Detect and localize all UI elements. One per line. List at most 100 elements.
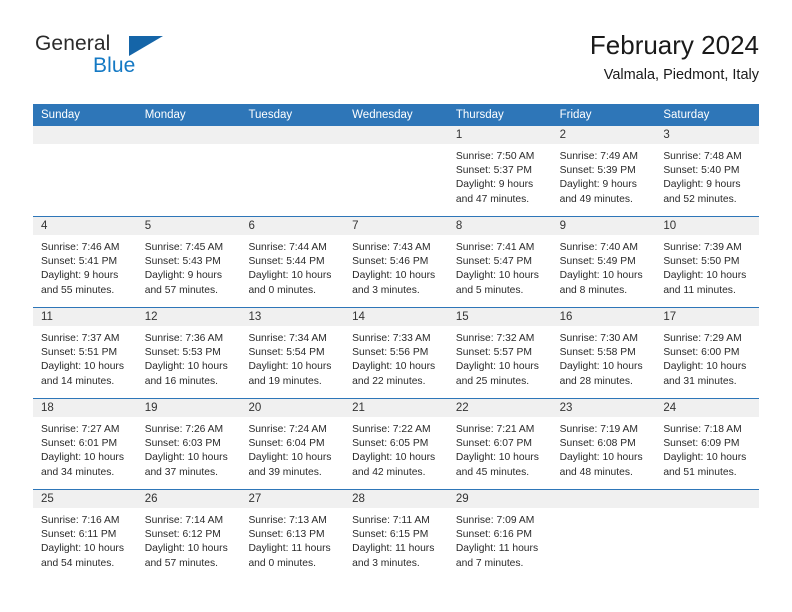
day-cell[interactable]: 13 Sunrise: 7:34 AM Sunset: 5:54 PM Dayligh…	[240, 308, 345, 398]
daylight-text-line1: Daylight: 10 hours	[455, 270, 539, 282]
day-number: 7	[352, 220, 359, 232]
day-cell[interactable]: 23 Sunrise: 7:19 AM Sunset: 6:08 PM Dayligh…	[551, 399, 656, 489]
day-sun-info: Sunrise: 7:33 AM Sunset: 5:56 PM Daylight:…	[344, 327, 448, 389]
sunset-text: Sunset: 6:16 PM	[455, 529, 533, 541]
day-cell[interactable]: 3 Sunrise: 7:48 AM Sunset: 5:40 PM Daylight…	[655, 126, 760, 216]
day-cell[interactable]: 15 Sunrise: 7:32 AM Sunset: 5:57 PM Dayligh…	[447, 308, 552, 398]
sunrise-text: Sunrise: 7:37 AM	[41, 333, 120, 344]
day-cell[interactable]: 8 Sunrise: 7:41 AM Sunset: 5:47 PM Daylight…	[447, 217, 552, 307]
day-sun-info: Sunrise: 7:14 AM Sunset: 6:12 PM Daylight:…	[137, 509, 241, 571]
day-number: 15	[455, 311, 469, 323]
day-number: 13	[248, 311, 262, 323]
day-number: 12	[144, 311, 158, 323]
day-cell[interactable]: 27 Sunrise: 7:13 AM Sunset: 6:13 PM Dayligh…	[240, 490, 345, 580]
day-number-band: 13	[240, 308, 345, 327]
sunrise-text: Sunrise: 7:19 AM	[559, 424, 639, 435]
day-cell[interactable]: 25 Sunrise: 7:16 AM Sunset: 6:11 PM Dayligh…	[33, 490, 137, 580]
day-number: 24	[663, 402, 677, 414]
day-cell[interactable]: 12 Sunrise: 7:36 AM Sunset: 5:53 PM Dayligh…	[136, 308, 241, 398]
day-cell[interactable]: 11 Sunrise: 7:37 AM Sunset: 5:51 PM Dayligh…	[33, 308, 137, 398]
daylight-text-line2: and 47 minutes.	[455, 193, 530, 205]
day-cell-empty	[655, 490, 760, 580]
day-sun-info: Sunrise: 7:18 AM Sunset: 6:09 PM Daylight:…	[655, 418, 759, 480]
day-cell[interactable]: 18 Sunrise: 7:27 AM Sunset: 6:01 PM Dayligh…	[33, 399, 137, 489]
day-cell[interactable]: 28 Sunrise: 7:11 AM Sunset: 6:15 PM Dayligh…	[344, 490, 448, 580]
weekday-header-saturday: Saturday	[663, 109, 710, 121]
day-cell[interactable]: 22 Sunrise: 7:21 AM Sunset: 6:07 PM Dayligh…	[447, 399, 552, 489]
daylight-text-line1: Daylight: 10 hours	[248, 452, 332, 464]
day-sun-info: Sunrise: 7:26 AM Sunset: 6:03 PM Daylight:…	[137, 418, 241, 480]
sunrise-text: Sunrise: 7:33 AM	[352, 333, 431, 344]
day-number-band: 24	[655, 399, 760, 418]
day-number-band: 17	[655, 308, 760, 327]
daylight-text-line2: and 22 minutes.	[352, 375, 426, 387]
sunrise-text: Sunrise: 7:27 AM	[41, 424, 120, 435]
sunset-text: Sunset: 6:03 PM	[144, 438, 221, 450]
day-number-band: 20	[240, 399, 345, 418]
daylight-text-line2: and 3 minutes.	[352, 557, 420, 569]
general-blue-logo[interactable]: General Blue	[33, 32, 213, 88]
daylight-text-line2: and 5 minutes.	[455, 284, 524, 296]
day-number: 5	[144, 220, 152, 232]
day-sun-info: Sunrise: 7:29 AM Sunset: 6:00 PM Daylight:…	[655, 327, 759, 389]
daylight-text-line2: and 7 minutes.	[455, 557, 524, 569]
sunset-text: Sunset: 5:49 PM	[559, 256, 636, 268]
day-cell[interactable]: 16 Sunrise: 7:30 AM Sunset: 5:58 PM Dayligh…	[551, 308, 656, 398]
day-number-band: 2	[551, 126, 656, 145]
day-number: 4	[41, 220, 48, 232]
day-cell[interactable]: 17 Sunrise: 7:29 AM Sunset: 6:00 PM Dayligh…	[655, 308, 760, 398]
day-cell[interactable]: 24 Sunrise: 7:18 AM Sunset: 6:09 PM Dayligh…	[655, 399, 760, 489]
day-cell[interactable]: 26 Sunrise: 7:14 AM Sunset: 6:12 PM Dayligh…	[136, 490, 241, 580]
page-title: February 2024	[589, 30, 759, 60]
day-cell[interactable]: 29 Sunrise: 7:09 AM Sunset: 6:16 PM Dayligh…	[447, 490, 552, 580]
day-cell[interactable]: 19 Sunrise: 7:26 AM Sunset: 6:03 PM Dayligh…	[136, 399, 241, 489]
day-number: 18	[41, 402, 54, 414]
day-number: 6	[248, 220, 255, 232]
day-number: 10	[663, 220, 677, 232]
week-row: 25 Sunrise: 7:16 AM Sunset: 6:11 PM Dayligh…	[33, 489, 760, 580]
day-cell[interactable]: 10 Sunrise: 7:39 AM Sunset: 5:50 PM Dayligh…	[655, 217, 760, 307]
day-number: 27	[248, 493, 262, 505]
logo-triangle-icon	[129, 36, 163, 56]
title-block: February 2024 Valmala, Piedmont, Italy	[590, 28, 759, 86]
day-cell[interactable]: 21 Sunrise: 7:22 AM Sunset: 6:05 PM Dayligh…	[344, 399, 448, 489]
day-cell[interactable]: 5 Sunrise: 7:45 AM Sunset: 5:43 PM Daylight…	[136, 217, 241, 307]
weeks-container: 1 Sunrise: 7:50 AM Sunset: 5:37 PM Daylight…	[33, 126, 760, 580]
day-cell-empty	[136, 126, 241, 216]
sunrise-text: Sunrise: 7:30 AM	[559, 333, 639, 344]
day-cell[interactable]: 14 Sunrise: 7:33 AM Sunset: 5:56 PM Dayligh…	[344, 308, 448, 398]
daylight-text-line2: and 8 minutes.	[559, 284, 628, 296]
day-number: 8	[455, 220, 463, 232]
weekday-header-monday: Monday	[144, 109, 186, 121]
day-sun-info: Sunrise: 7:41 AM Sunset: 5:47 PM Daylight:…	[448, 236, 552, 298]
day-number-band: 9	[551, 217, 656, 236]
sunset-text: Sunset: 6:12 PM	[144, 529, 221, 541]
weekday-header-wednesday: Wednesday	[352, 109, 413, 121]
day-cell[interactable]: 20 Sunrise: 7:24 AM Sunset: 6:04 PM Dayligh…	[240, 399, 345, 489]
day-sun-info: Sunrise: 7:32 AM Sunset: 5:57 PM Daylight:…	[448, 327, 552, 389]
day-number-band	[655, 490, 760, 509]
sunrise-text: Sunrise: 7:14 AM	[144, 515, 224, 526]
daylight-text-line1: Daylight: 10 hours	[144, 452, 228, 464]
sunset-text: Sunset: 5:41 PM	[41, 256, 118, 268]
day-number-band: 16	[551, 308, 656, 327]
day-cell[interactable]: 2 Sunrise: 7:49 AM Sunset: 5:39 PM Daylight…	[551, 126, 656, 216]
day-number-band: 1	[447, 126, 552, 145]
sunset-text: Sunset: 6:11 PM	[41, 529, 117, 541]
day-number-band	[136, 126, 241, 145]
day-cell[interactable]: 4 Sunrise: 7:46 AM Sunset: 5:41 PM Daylight…	[33, 217, 137, 307]
day-sun-info: Sunrise: 7:16 AM Sunset: 6:11 PM Daylight:…	[33, 509, 137, 571]
day-number-band: 11	[33, 308, 137, 327]
day-number: 29	[455, 493, 469, 505]
day-cell[interactable]: 1 Sunrise: 7:50 AM Sunset: 5:37 PM Daylight…	[447, 126, 552, 216]
day-number-band: 18	[33, 399, 137, 418]
day-number-band	[344, 126, 448, 145]
day-cell[interactable]: 9 Sunrise: 7:40 AM Sunset: 5:49 PM Daylight…	[551, 217, 656, 307]
day-cell[interactable]: 6 Sunrise: 7:44 AM Sunset: 5:44 PM Daylight…	[240, 217, 345, 307]
day-cell[interactable]: 7 Sunrise: 7:43 AM Sunset: 5:46 PM Daylight…	[344, 217, 448, 307]
sunrise-text: Sunrise: 7:49 AM	[559, 151, 639, 162]
weekday-header-sunday: Sunday	[41, 109, 81, 121]
sunrise-text: Sunrise: 7:39 AM	[663, 242, 742, 253]
sunset-text: Sunset: 5:37 PM	[455, 165, 533, 177]
day-number-band: 6	[240, 217, 345, 236]
